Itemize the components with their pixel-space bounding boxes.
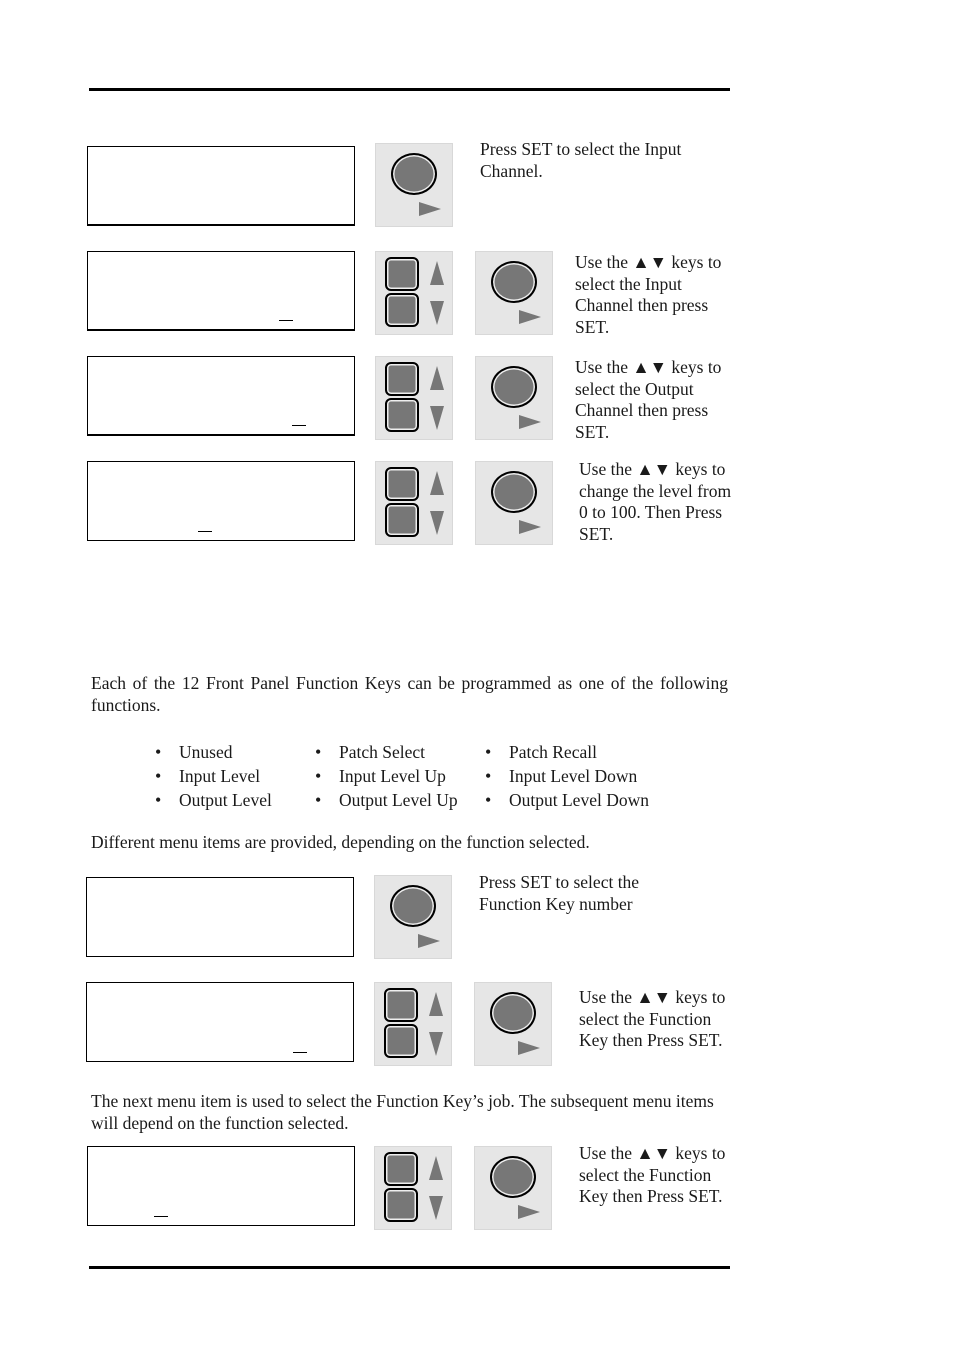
right-arrow-icon (519, 415, 541, 429)
down-key-button[interactable] (385, 503, 419, 537)
intro-paragraph: Each of the 12 Front Panel Function Keys… (91, 673, 728, 715)
list-item: Output Level Up (315, 788, 495, 812)
lcd-cursor (293, 1051, 307, 1053)
step-note: Use the ▲▼ keys to select the Function K… (579, 1143, 726, 1206)
list-item: Input Level (155, 764, 335, 788)
down-key-button[interactable] (384, 1024, 418, 1058)
lcd-display-function-job (87, 1146, 355, 1226)
lcd-display-input-select (87, 146, 355, 226)
right-arrow-icon (418, 934, 440, 948)
lcd-cursor (279, 319, 293, 321)
set-key-panel[interactable] (474, 982, 552, 1066)
lcd-display-input-channel (87, 251, 355, 331)
lcd-display-level (87, 461, 355, 541)
up-arrow-icon (430, 471, 444, 495)
list-item: Patch Recall (485, 740, 665, 764)
set-key-panel[interactable] (474, 1146, 552, 1230)
step-note: Use the ▲▼ keys to select the Input Chan… (575, 252, 722, 337)
set-button-icon[interactable] (390, 885, 436, 927)
up-arrow-icon (429, 992, 443, 1016)
up-down-key-panel[interactable] (375, 356, 453, 440)
set-button-icon[interactable] (490, 992, 536, 1034)
set-key-panel[interactable] (374, 875, 452, 959)
down-arrow-icon (430, 511, 444, 535)
step-note: Use the ▲▼ keys to select the Function K… (579, 987, 726, 1050)
lcd-cursor (292, 424, 306, 426)
up-key-button[interactable] (385, 257, 419, 291)
list-item: Input Level Down (485, 764, 665, 788)
down-key-button[interactable] (385, 293, 419, 327)
set-key-panel[interactable] (475, 461, 553, 545)
up-down-key-panel[interactable] (374, 982, 452, 1066)
down-arrow-icon (429, 1196, 443, 1220)
set-button-icon[interactable] (491, 471, 537, 513)
function-column: Patch Recall Input Level Down Output Lev… (485, 740, 665, 812)
up-down-key-panel[interactable] (375, 461, 453, 545)
up-arrow-icon (430, 366, 444, 390)
right-arrow-icon (518, 1041, 540, 1055)
up-arrow-icon (430, 261, 444, 285)
down-key-button[interactable] (384, 1188, 418, 1222)
up-key-button[interactable] (384, 988, 418, 1022)
up-key-button[interactable] (385, 362, 419, 396)
right-arrow-icon (519, 520, 541, 534)
list-item: Unused (155, 740, 335, 764)
step-note: Press SET to select the Function Key num… (479, 872, 640, 914)
lcd-cursor (154, 1215, 168, 1217)
right-arrow-icon (419, 202, 441, 216)
list-item: Output Level Down (485, 788, 665, 812)
up-key-button[interactable] (384, 1152, 418, 1186)
function-column: Unused Input Level Output Level (155, 740, 335, 812)
down-key-button[interactable] (385, 398, 419, 432)
list-item: Input Level Up (315, 764, 495, 788)
set-key-panel[interactable] (475, 356, 553, 440)
header-rule (89, 88, 730, 91)
down-arrow-icon (430, 406, 444, 430)
set-button-icon[interactable] (491, 261, 537, 303)
right-arrow-icon (519, 310, 541, 324)
right-arrow-icon (518, 1205, 540, 1219)
up-arrow-icon (429, 1156, 443, 1180)
menu-paragraph: Different menu items are provided, depen… (91, 832, 590, 852)
up-down-key-panel[interactable] (375, 251, 453, 335)
set-button-icon[interactable] (490, 1156, 536, 1198)
lcd-cursor (198, 530, 212, 532)
down-arrow-icon (429, 1032, 443, 1056)
list-item: Patch Select (315, 740, 495, 764)
lcd-display-function-key-number (86, 982, 354, 1062)
lcd-display-output-channel (87, 356, 355, 436)
set-key-panel[interactable] (475, 251, 553, 335)
set-button-icon[interactable] (391, 153, 437, 195)
function-column: Patch Select Input Level Up Output Level… (315, 740, 495, 812)
job-paragraph: The next menu item is used to select the… (91, 1091, 714, 1133)
step-note: Press SET to select the Input Channel. (480, 139, 682, 181)
up-down-key-panel[interactable] (374, 1146, 452, 1230)
lcd-display-function-key (86, 877, 354, 957)
step-note: Use the ▲▼ keys to select the Output Cha… (575, 357, 722, 442)
list-item: Output Level (155, 788, 335, 812)
set-button-icon[interactable] (491, 366, 537, 408)
down-arrow-icon (430, 301, 444, 325)
set-key-panel[interactable] (375, 143, 453, 227)
footer-rule (89, 1266, 730, 1269)
up-key-button[interactable] (385, 467, 419, 501)
step-note: Use the ▲▼ keys to change the level from… (579, 459, 732, 544)
